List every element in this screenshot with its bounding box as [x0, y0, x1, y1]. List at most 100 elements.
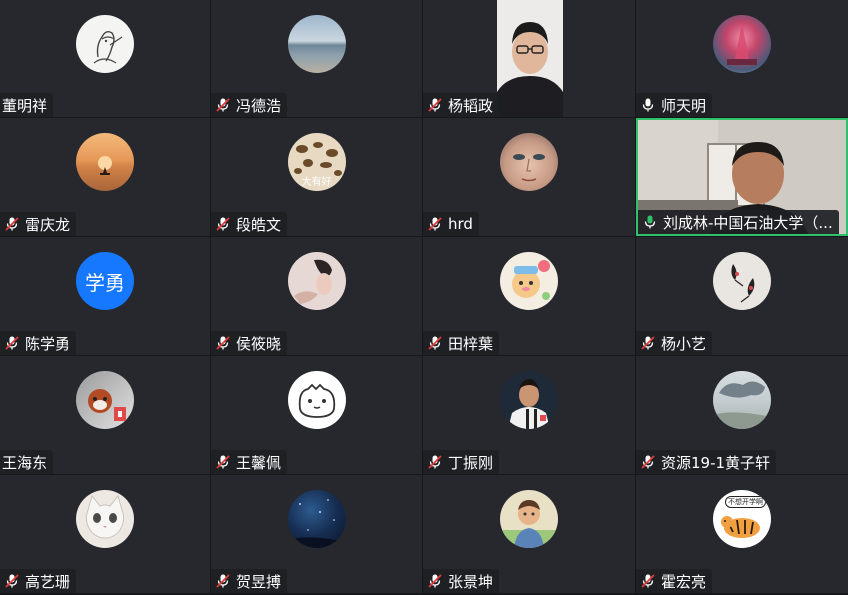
pink-tower-avatar	[713, 15, 771, 73]
mic-muted-icon	[5, 574, 19, 588]
footballer-avatar	[500, 371, 558, 429]
participant-tile[interactable]: 王馨佩	[211, 356, 422, 474]
cloud-sky-avatar	[713, 371, 771, 429]
mic-active-icon	[644, 215, 656, 229]
avatar-initials: 学勇	[85, 270, 125, 295]
participant-name: 资源19-1黄子轩	[661, 453, 771, 472]
participant-name-tag: 张景坤	[423, 569, 500, 593]
camera-video	[497, 0, 563, 117]
participant-tile[interactable]: 田梓葉	[423, 237, 635, 355]
participant-name-tag: 杨小艺	[636, 331, 713, 355]
participant-tile[interactable]: 大有好 段皓文	[211, 118, 422, 236]
participant-name: 段皓文	[236, 215, 282, 234]
participant-name: 冯德浩	[236, 96, 282, 115]
participant-tile[interactable]: 刘成林-中国石油大学（...	[636, 118, 848, 236]
mic-muted-icon	[641, 574, 655, 588]
participant-tile[interactable]: 冯德浩	[211, 0, 422, 117]
participant-name: hrd	[448, 215, 473, 233]
mic-muted-icon	[641, 455, 655, 469]
mic-muted-icon	[5, 217, 19, 231]
line-cat-avatar	[287, 371, 346, 429]
participant-name: 王海东	[2, 453, 48, 472]
participant-tile[interactable]: 董明祥	[0, 0, 210, 117]
red-panda-avatar	[76, 371, 134, 429]
participant-tile[interactable]: 不想开学啊 霍宏亮	[636, 475, 848, 593]
participant-name: 刘成林-中国石油大学（...	[663, 213, 833, 232]
participant-tile[interactable]: 杨韬政	[423, 0, 635, 117]
participant-tile[interactable]: 张景坤	[423, 475, 635, 593]
participant-name: 田梓葉	[448, 334, 494, 353]
participant-name-tag: hrd	[423, 212, 479, 236]
participant-name-tag: 陈学勇	[0, 331, 77, 355]
participant-tile[interactable]: 丁振刚	[423, 356, 635, 474]
cartoon-man-avatar	[500, 490, 558, 548]
participant-name: 陈学勇	[25, 334, 71, 353]
participant-tile[interactable]: 杨小艺	[636, 237, 848, 355]
participant-name-tag: 侯筱晓	[211, 331, 288, 355]
participant-name: 董明祥	[2, 96, 48, 115]
participant-name-tag: 师天明	[636, 93, 713, 117]
participant-tile[interactable]: 侯筱晓	[211, 237, 422, 355]
participant-name: 霍宏亮	[661, 572, 707, 591]
participant-tile[interactable]: hrd	[423, 118, 635, 236]
participant-name-tag: 田梓葉	[423, 331, 500, 355]
mic-muted-icon	[5, 336, 19, 350]
sunset-avatar	[76, 133, 134, 191]
cartoon-bear-avatar	[500, 252, 558, 310]
white-cat-avatar	[76, 490, 134, 548]
participant-name: 张景坤	[448, 572, 494, 591]
participant-name-tag: 刘成林-中国石油大学（...	[638, 210, 839, 234]
avatar-text: 大有好	[301, 177, 332, 188]
participant-name: 丁振刚	[448, 453, 494, 472]
mic-muted-icon	[428, 98, 442, 112]
participant-name: 侯筱晓	[236, 334, 282, 353]
mic-muted-icon	[428, 217, 442, 231]
mic-muted-icon	[216, 455, 230, 469]
participant-name: 贺昱搏	[236, 572, 282, 591]
participant-name: 杨韬政	[448, 96, 494, 115]
avatar-text: 不想开学啊	[725, 496, 766, 508]
mic-muted-icon	[428, 574, 442, 588]
participant-tile[interactable]: 资源19-1黄子轩	[636, 356, 848, 474]
portrait-avatar	[287, 252, 346, 310]
seascape-avatar	[287, 15, 346, 73]
participant-name-tag: 董明祥	[0, 93, 54, 117]
participant-name-tag: 王海东	[0, 450, 54, 474]
mic-muted-icon	[641, 336, 655, 350]
text-avatar: 学勇	[76, 252, 134, 310]
participant-name: 杨小艺	[661, 334, 707, 353]
participant-name-tag: 冯德浩	[211, 93, 288, 117]
participant-name: 师天明	[661, 96, 707, 115]
birds-avatar	[713, 252, 771, 310]
line-drawing-avatar	[76, 15, 134, 73]
participant-name-tag: 段皓文	[211, 212, 288, 236]
participant-name-tag: 霍宏亮	[636, 569, 713, 593]
mic-muted-icon	[216, 336, 230, 350]
participant-name-tag: 雷庆龙	[0, 212, 77, 236]
participant-name-tag: 王馨佩	[211, 450, 288, 474]
participant-name: 王馨佩	[236, 453, 282, 472]
tiger-avatar: 不想开学啊	[713, 490, 771, 548]
mic-muted-icon	[216, 574, 230, 588]
night-sky-avatar	[287, 490, 346, 548]
participant-name-tag: 杨韬政	[423, 93, 500, 117]
mic-muted-icon	[216, 217, 230, 231]
participant-name-tag: 高艺珊	[0, 569, 77, 593]
mic-muted-icon	[428, 455, 442, 469]
participant-tile[interactable]: 雷庆龙	[0, 118, 210, 236]
participant-tile[interactable]: 师天明	[636, 0, 848, 117]
participant-tile[interactable]: 王海东	[0, 356, 210, 474]
participant-name-tag: 丁振刚	[423, 450, 500, 474]
mic-muted-icon	[428, 336, 442, 350]
participant-name-tag: 贺昱搏	[211, 569, 288, 593]
participant-tile[interactable]: 贺昱搏	[211, 475, 422, 593]
participant-tile[interactable]: 学勇 陈学勇	[0, 237, 210, 355]
participant-name: 雷庆龙	[25, 215, 71, 234]
leopard-avatar: 大有好	[287, 133, 346, 191]
mic-on-icon	[642, 98, 654, 112]
participant-grid: 董明祥 冯德浩 杨韬政 师天明 雷庆龙 大有好 段皓文 hrd 刘成林-中国石油…	[0, 0, 848, 595]
participant-name-tag: 资源19-1黄子轩	[636, 450, 777, 474]
participant-name: 高艺珊	[25, 572, 71, 591]
mic-muted-icon	[216, 98, 230, 112]
participant-tile[interactable]: 高艺珊	[0, 475, 210, 593]
